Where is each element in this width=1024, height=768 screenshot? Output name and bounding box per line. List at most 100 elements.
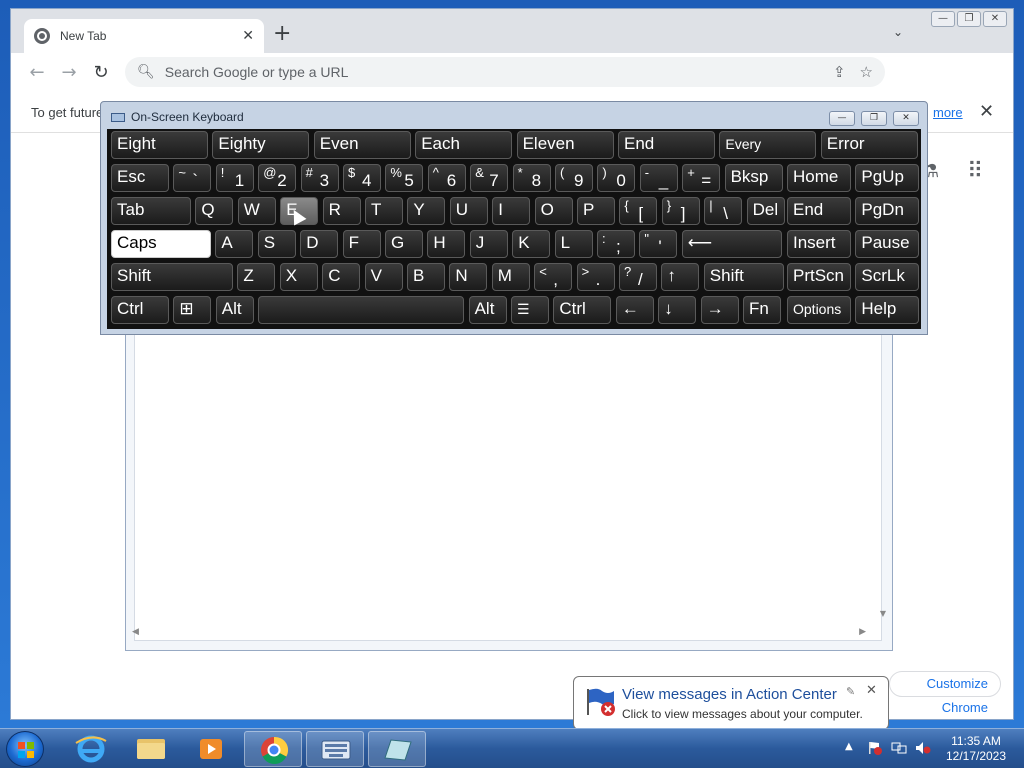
osk-key-alt[interactable]: Alt	[215, 296, 254, 324]
osk-key-win[interactable]: ⊞	[173, 296, 212, 324]
osk-key-sym-4-10[interactable]: ? /	[619, 263, 657, 291]
action-center-tray-icon[interactable]	[867, 741, 883, 755]
osk-close-button[interactable]: ✕	[893, 111, 919, 126]
on-screen-keyboard-taskbar-icon[interactable]	[306, 731, 364, 767]
osk-key-u[interactable]: U	[449, 197, 488, 225]
osk-key-d[interactable]: D	[300, 230, 339, 258]
osk-key-sym-5-8[interactable]: ↓	[658, 296, 697, 324]
osk-key-b[interactable]: B	[407, 263, 445, 291]
scroll-left-arrow-icon[interactable]: ◀	[132, 627, 139, 637]
osk-key-1[interactable]: ! 1	[215, 164, 254, 192]
osk-key-shift[interactable]: Shift	[703, 263, 784, 291]
maximize-button[interactable]: ❐	[957, 11, 981, 27]
osk-maximize-button[interactable]: ❐	[861, 111, 887, 126]
osk-key-tab[interactable]: Tab	[111, 197, 191, 225]
media-player-taskbar-icon[interactable]	[182, 731, 240, 767]
osk-key-o[interactable]: O	[534, 197, 573, 225]
osk-key-5[interactable]: % 5	[385, 164, 424, 192]
chrome-taskbar-icon[interactable]	[244, 731, 302, 767]
osk-key-bksp[interactable]: Bksp	[724, 164, 783, 192]
osk-key-del[interactable]: Del	[746, 197, 785, 225]
osk-key-alt[interactable]: Alt	[468, 296, 507, 324]
osk-key-f[interactable]: F	[342, 230, 381, 258]
osk-key-eighty[interactable]: Eighty	[212, 131, 310, 159]
osk-key-n[interactable]: N	[449, 263, 488, 291]
new-tab-button[interactable]: +	[273, 23, 291, 45]
osk-key-sym-4-9[interactable]: >.	[576, 263, 615, 291]
osk-key-z[interactable]: Z	[237, 263, 276, 291]
osk-key-sym-4-11[interactable]: ↑	[661, 263, 700, 291]
osk-key-end[interactable]: End	[787, 197, 851, 225]
osk-key-p[interactable]: P	[577, 197, 615, 225]
notification-close-icon[interactable]: ✕	[866, 683, 877, 698]
osk-key-h[interactable]: H	[427, 230, 466, 258]
osk-key-menu[interactable]: ☰	[511, 296, 549, 324]
osk-key-2[interactable]: @2	[258, 164, 297, 192]
osk-key-4[interactable]: $4	[343, 164, 381, 192]
internet-explorer-taskbar-icon[interactable]	[62, 731, 120, 767]
osk-key-each[interactable]: Each	[415, 131, 513, 159]
osk-key-insert[interactable]: Insert	[787, 230, 851, 258]
osk-key-space[interactable]	[258, 296, 465, 324]
osk-key-sym-5-9[interactable]: →	[700, 296, 739, 324]
osk-key-y[interactable]: Y	[407, 197, 446, 225]
osk-key-end[interactable]: End	[618, 131, 715, 159]
osk-key-6[interactable]: ^ 6	[427, 164, 466, 192]
infobar-close-icon[interactable]: ✕	[979, 101, 994, 122]
osk-key-ctrl[interactable]: Ctrl	[111, 296, 169, 324]
osk-key-0[interactable]: ) 0	[597, 164, 636, 192]
osk-key-prtscn[interactable]: PrtScn	[787, 263, 851, 291]
osk-key-pgdn[interactable]: PgDn	[855, 197, 920, 225]
osk-minimize-button[interactable]: —	[829, 111, 855, 126]
osk-key-3[interactable]: #3	[300, 164, 339, 192]
osk-key-a[interactable]: A	[215, 230, 254, 258]
address-bar[interactable]: 🔍︎ Search Google or type a URL ⇪ ☆	[125, 57, 885, 87]
osk-key-l[interactable]: L	[554, 230, 593, 258]
network-tray-icon[interactable]	[891, 741, 907, 755]
osk-key-j[interactable]: J	[469, 230, 508, 258]
osk-key-even[interactable]: Even	[313, 131, 411, 159]
notepad-taskbar-icon[interactable]	[368, 731, 426, 767]
osk-key-sym-5-7[interactable]: ←	[615, 296, 654, 324]
osk-key-sym-2-11[interactable]: {[	[619, 197, 658, 225]
osk-key-v[interactable]: V	[364, 263, 403, 291]
osk-key-pause[interactable]: Pause	[855, 230, 920, 258]
osk-key-c[interactable]: C	[322, 263, 361, 291]
back-arrow-icon[interactable]: ←	[21, 62, 53, 83]
share-icon[interactable]: ⇪	[833, 63, 846, 81]
osk-key-w[interactable]: W	[237, 197, 276, 225]
osk-key-eleven[interactable]: Eleven	[516, 131, 614, 159]
file-explorer-taskbar-icon[interactable]	[122, 731, 180, 767]
osk-key-sym-3-10[interactable]: :;	[597, 230, 635, 258]
reload-icon[interactable]: ↻	[85, 62, 117, 83]
osk-key-enter[interactable]: ⟵	[681, 230, 782, 258]
osk-key-eight[interactable]: Eight	[111, 131, 208, 159]
scroll-right-arrow-icon[interactable]: ▶	[859, 627, 866, 637]
scroll-down-arrow-icon[interactable]: ▼	[880, 609, 886, 618]
osk-key-home[interactable]: Home	[787, 164, 851, 192]
show-hidden-icons-icon[interactable]: ▲	[845, 741, 853, 752]
osk-key-t[interactable]: T	[365, 197, 403, 225]
osk-key-q[interactable]: Q	[195, 197, 234, 225]
tab-new-tab[interactable]: New Tab ✕	[24, 19, 264, 53]
osk-key-k[interactable]: K	[512, 230, 551, 258]
forward-arrow-icon[interactable]: →	[53, 62, 85, 83]
osk-key-x[interactable]: X	[279, 263, 318, 291]
notification-options-icon[interactable]: ✎	[846, 685, 855, 698]
osk-key-ctrl[interactable]: Ctrl	[553, 296, 612, 324]
osk-key-esc[interactable]: Esc	[111, 164, 169, 192]
address-input[interactable]: Search Google or type a URL	[165, 64, 819, 80]
customize-chrome-button[interactable]: Customize Chrome	[889, 671, 1001, 715]
osk-key-scrlk[interactable]: ScrLk	[855, 263, 920, 291]
osk-key-fn[interactable]: Fn	[743, 296, 781, 324]
osk-key-options[interactable]: Options	[787, 296, 851, 324]
osk-key-i[interactable]: I	[492, 197, 531, 225]
osk-key-shift[interactable]: Shift	[111, 263, 233, 291]
close-button[interactable]: ✕	[983, 11, 1007, 27]
osk-key-every[interactable]: Every	[719, 131, 817, 159]
osk-key-sym-4-8[interactable]: <,	[534, 263, 573, 291]
action-center-notification[interactable]: View messages in Action Center Click to …	[573, 676, 889, 743]
osk-key-sym-2-12[interactable]: }]	[661, 197, 700, 225]
osk-key-r[interactable]: R	[322, 197, 361, 225]
osk-key-s[interactable]: S	[257, 230, 296, 258]
